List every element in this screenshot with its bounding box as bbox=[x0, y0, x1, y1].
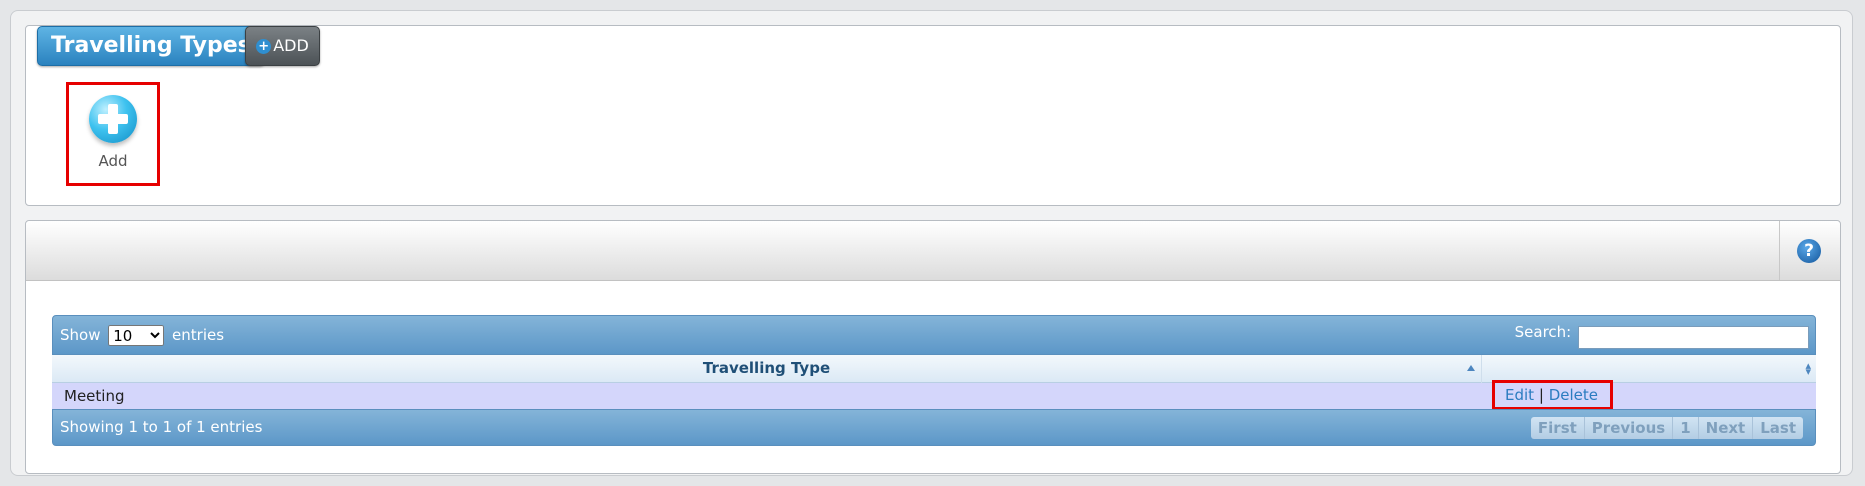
column-header-actions[interactable]: ▴ ▾ bbox=[1482, 355, 1816, 383]
page-length-select[interactable]: 102550100 bbox=[108, 325, 165, 346]
search-control: Search: bbox=[1515, 323, 1809, 349]
pagination: First Previous 1 Next Last bbox=[1530, 417, 1803, 439]
column-header-label: Travelling Type bbox=[702, 359, 831, 377]
action-separator: | bbox=[1538, 386, 1544, 404]
entries-label: entries bbox=[172, 326, 225, 344]
help-icon[interactable]: ? bbox=[1797, 239, 1821, 263]
page-frame: ? Show 102550100 entries Search: Travell… bbox=[10, 10, 1853, 476]
add-button-label: ADD bbox=[273, 36, 309, 55]
add-tile[interactable]: Add bbox=[66, 82, 160, 186]
table-bottom-bar: Showing 1 to 1 of 1 entries First Previo… bbox=[52, 409, 1816, 446]
add-button[interactable]: + ADD bbox=[245, 26, 320, 66]
table-top-bar: Show 102550100 entries Search: bbox=[52, 315, 1816, 355]
table-header-row: Travelling Type ▴ ▾ bbox=[52, 355, 1816, 383]
add-plus-icon bbox=[89, 95, 137, 143]
page-title: Travelling Types bbox=[37, 26, 265, 66]
table-panel: ? Show 102550100 entries Search: Travell… bbox=[25, 220, 1841, 474]
show-label: Show bbox=[60, 326, 101, 344]
previous-page-button[interactable]: Previous bbox=[1585, 417, 1674, 439]
search-input[interactable] bbox=[1578, 326, 1809, 349]
edit-link[interactable]: Edit bbox=[1505, 386, 1534, 404]
table-row: Meeting Edit | Delete bbox=[52, 380, 1816, 410]
add-tile-label: Add bbox=[98, 152, 128, 170]
last-page-button[interactable]: Last bbox=[1753, 417, 1803, 439]
sort-both-icon: ▴ ▾ bbox=[1805, 359, 1811, 378]
travelling-type-cell: Meeting bbox=[64, 387, 125, 405]
column-header-travelling-type[interactable]: Travelling Type bbox=[52, 355, 1482, 383]
help-box: ? bbox=[1779, 221, 1840, 280]
search-label: Search: bbox=[1514, 323, 1572, 341]
page-length-control: Show 102550100 entries bbox=[60, 325, 224, 346]
sort-ascending-icon bbox=[1467, 365, 1475, 371]
delete-link[interactable]: Delete bbox=[1549, 386, 1598, 404]
first-page-button[interactable]: First bbox=[1531, 417, 1585, 439]
row-actions: Edit | Delete bbox=[1492, 380, 1613, 410]
next-page-button[interactable]: Next bbox=[1699, 417, 1754, 439]
plus-circle-icon: + bbox=[256, 39, 272, 54]
table-info: Showing 1 to 1 of 1 entries bbox=[60, 418, 263, 436]
data-table: Show 102550100 entries Search: Travellin… bbox=[52, 315, 1816, 446]
table-panel-header: ? bbox=[26, 221, 1840, 281]
page-1-button[interactable]: 1 bbox=[1673, 417, 1699, 439]
